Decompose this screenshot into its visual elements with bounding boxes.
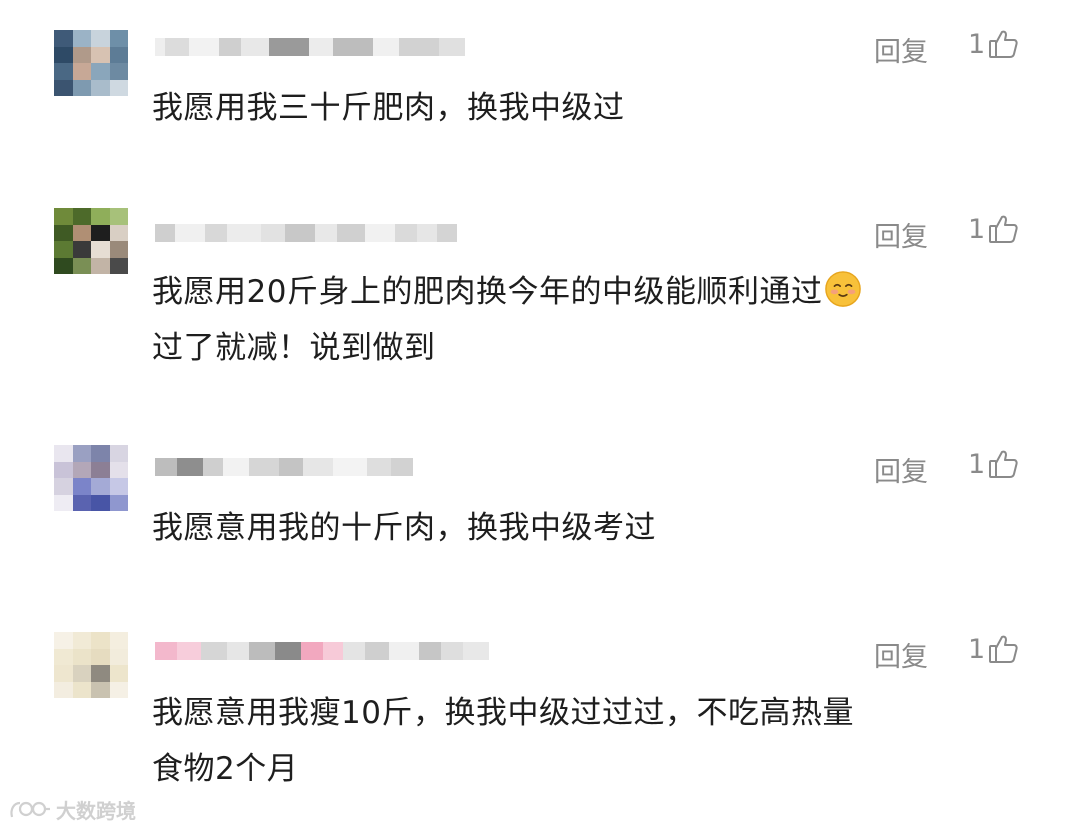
like-count: 1 bbox=[968, 28, 986, 60]
username-blurred[interactable] bbox=[155, 452, 413, 482]
watermark-text: 大数跨境 bbox=[56, 799, 136, 823]
comment-text-line: 过了就减！说到做到 bbox=[152, 330, 436, 366]
comment-text-line: 我愿用20斤身上的肥肉换今年的中级能顺利通过 bbox=[152, 264, 1022, 320]
username-blurred[interactable] bbox=[155, 636, 489, 666]
like-count: 1 bbox=[968, 448, 986, 480]
like-button[interactable]: 1 bbox=[968, 448, 1019, 480]
avatar[interactable] bbox=[54, 632, 128, 698]
like-button[interactable]: 1 bbox=[968, 28, 1019, 60]
like-count: 1 bbox=[968, 633, 986, 665]
smiling-face-emoji-icon bbox=[825, 271, 862, 307]
comment-text-line: 我愿意用我的十斤肉，换我中级考过 bbox=[152, 510, 656, 546]
avatar[interactable] bbox=[54, 208, 128, 274]
username-blurred[interactable] bbox=[155, 32, 465, 62]
avatar[interactable] bbox=[54, 30, 128, 96]
logo-icon bbox=[10, 801, 50, 817]
comment-text: 我愿意用我瘦10斤，换我中级过过过，不吃高热量 食物2个月 bbox=[152, 685, 1022, 797]
watermark: 大数跨境 bbox=[8, 795, 136, 824]
comment-text: 我愿用我三十斤肥肉，换我中级过 bbox=[152, 80, 1022, 136]
thumbs-up-icon bbox=[989, 635, 1018, 663]
thumbs-up-icon bbox=[989, 30, 1018, 58]
reply-button[interactable]: 回复 bbox=[874, 30, 928, 69]
reply-button[interactable]: 回复 bbox=[874, 215, 928, 254]
comment-text-line: 我愿意用我瘦10斤，换我中级过过过，不吃高热量 bbox=[152, 695, 854, 731]
comment-text: 我愿用20斤身上的肥肉换今年的中级能顺利通过 过了就减！说到做到 bbox=[152, 264, 1022, 376]
comment-text: 我愿意用我的十斤肉，换我中级考过 bbox=[152, 500, 1022, 556]
like-button[interactable]: 1 bbox=[968, 213, 1019, 245]
comment-text-line: 食物2个月 bbox=[152, 751, 299, 787]
username-blurred[interactable] bbox=[155, 218, 457, 248]
like-count: 1 bbox=[968, 213, 986, 245]
like-button[interactable]: 1 bbox=[968, 633, 1019, 665]
avatar[interactable] bbox=[54, 445, 128, 511]
thumbs-up-icon bbox=[989, 215, 1018, 243]
comment-text-line: 我愿用我三十斤肥肉，换我中级过 bbox=[152, 90, 625, 126]
thumbs-up-icon bbox=[989, 450, 1018, 478]
reply-button[interactable]: 回复 bbox=[874, 450, 928, 489]
reply-button[interactable]: 回复 bbox=[874, 635, 928, 674]
comment-text-line-content: 我愿用20斤身上的肥肉换今年的中级能顺利通过 bbox=[152, 274, 823, 310]
